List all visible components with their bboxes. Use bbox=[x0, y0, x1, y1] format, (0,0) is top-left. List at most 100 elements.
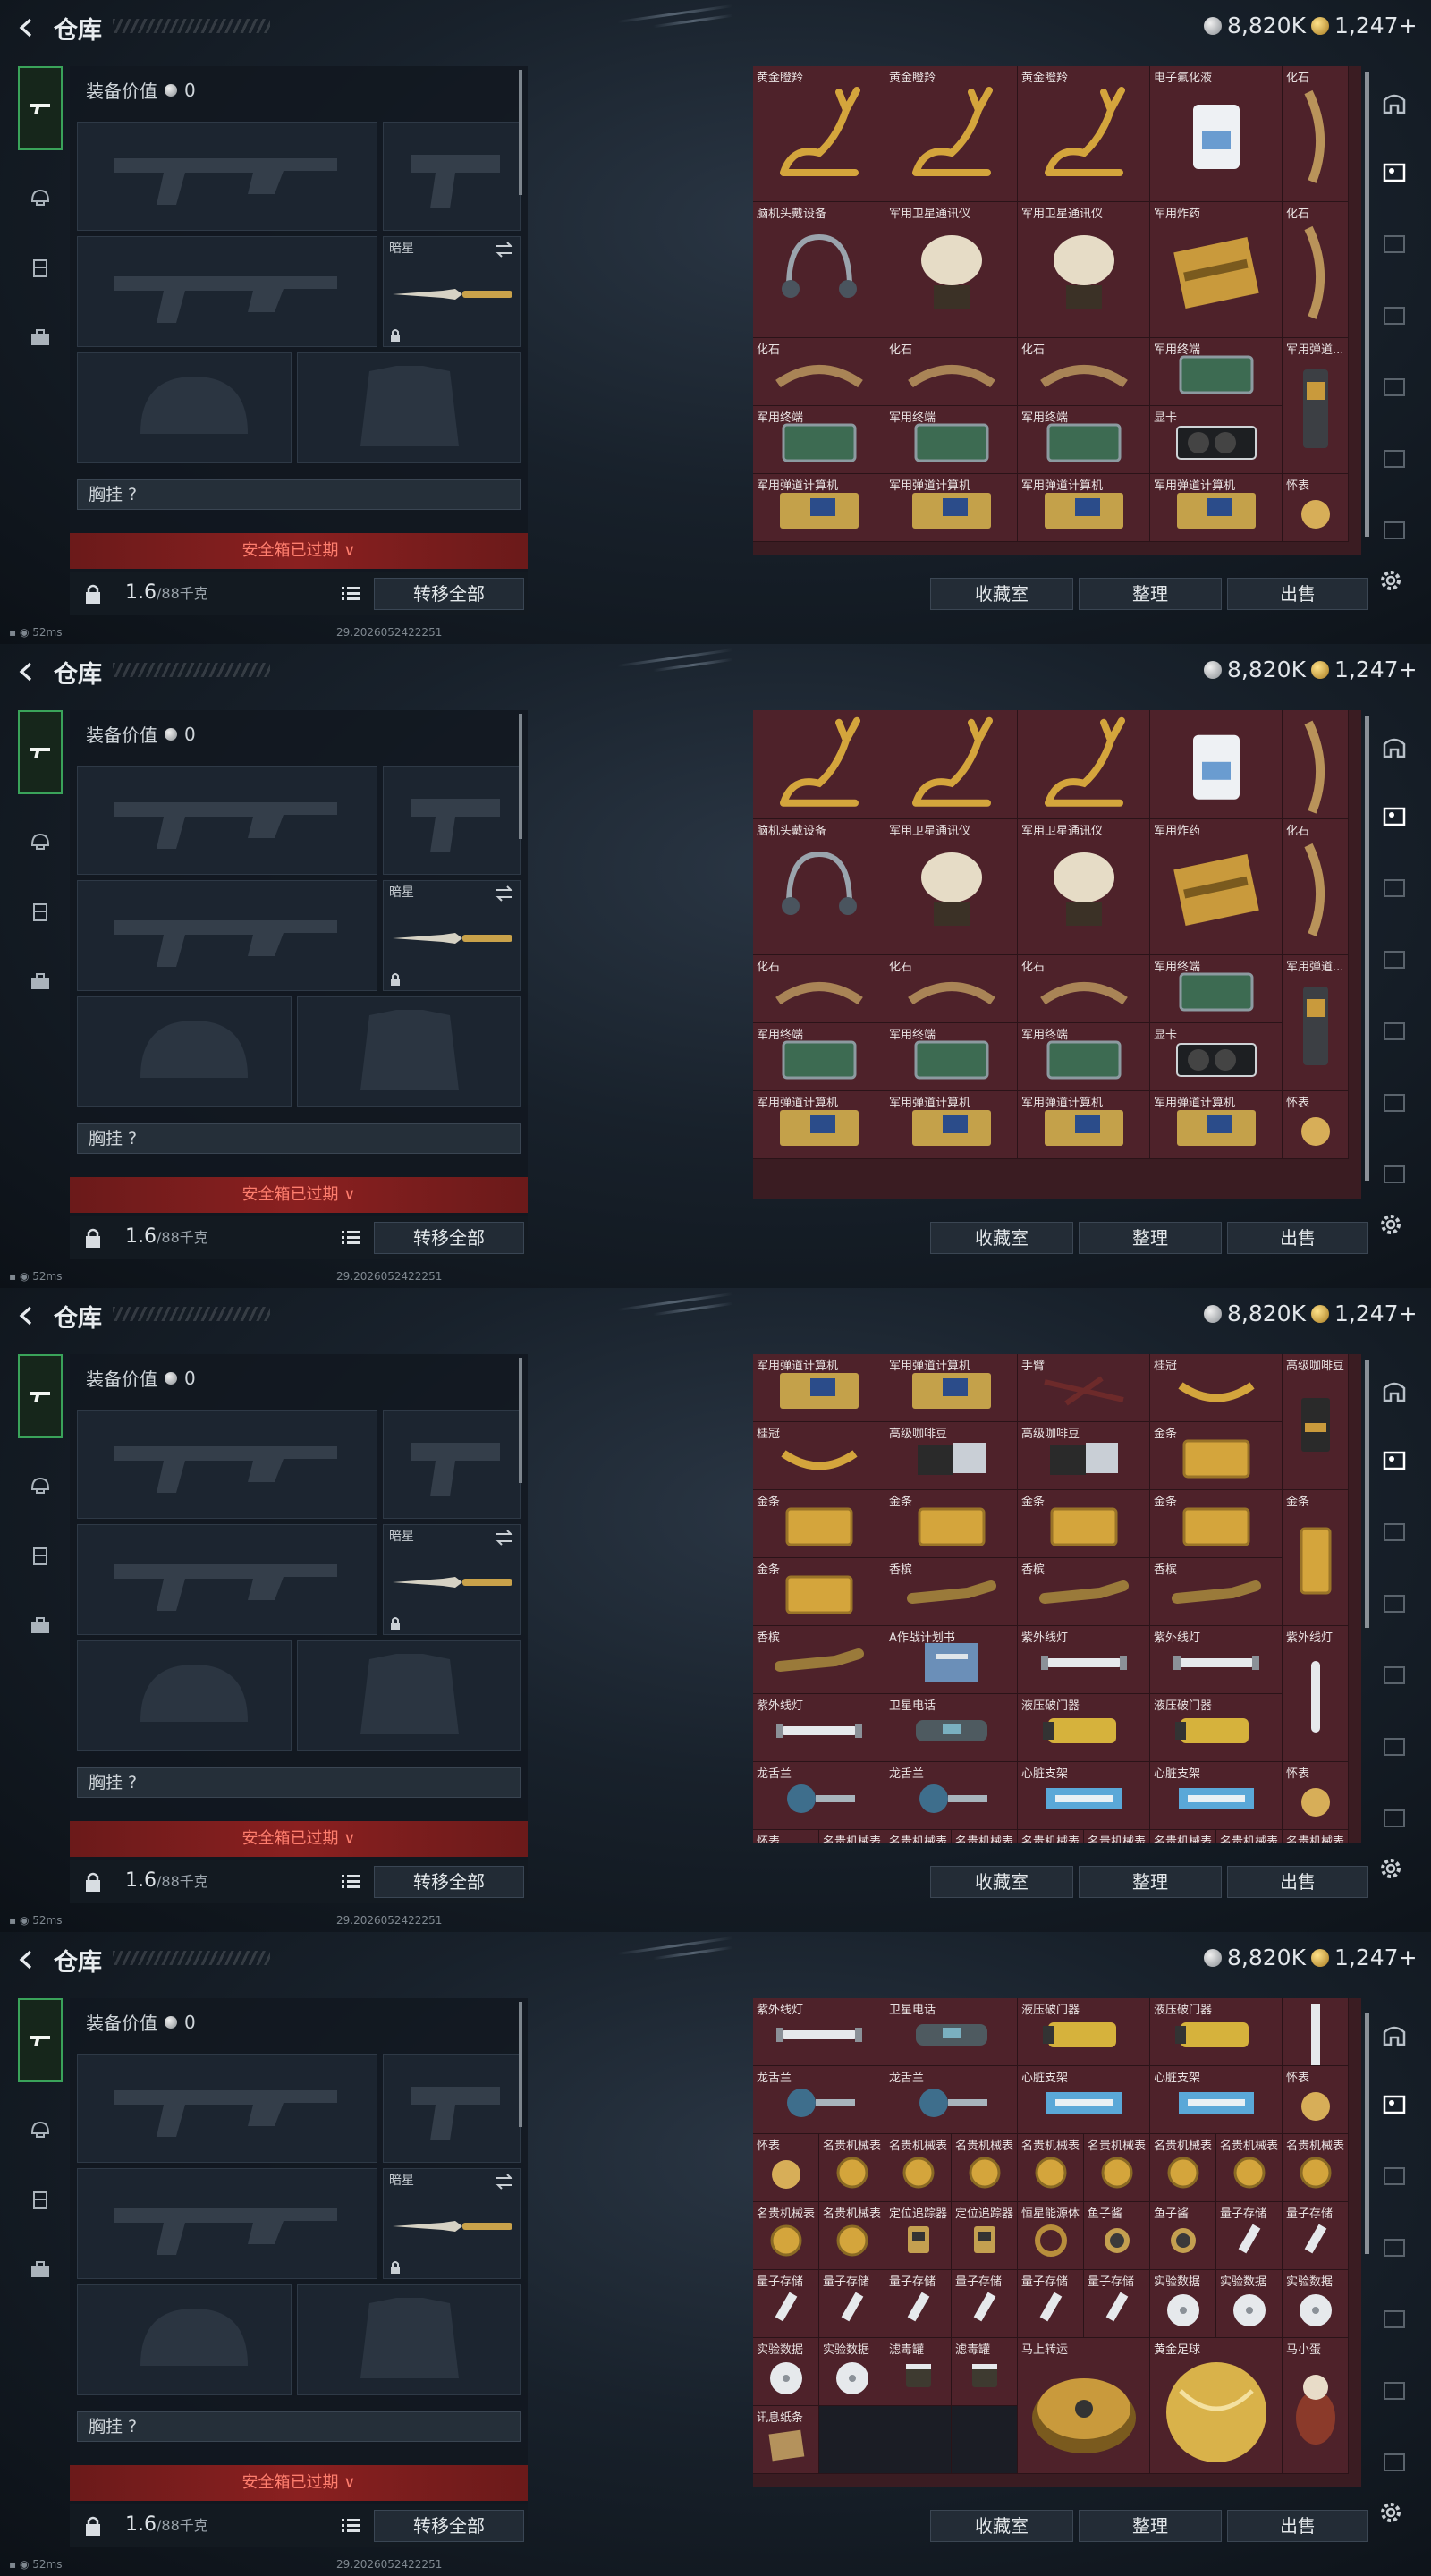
helmet-slot[interactable] bbox=[77, 996, 292, 1107]
stash-item[interactable]: 军用终端 bbox=[885, 406, 1018, 474]
stash-item[interactable]: 量子存储 bbox=[1084, 2270, 1150, 2338]
stash-item[interactable]: 龙舌兰 bbox=[753, 1762, 885, 1830]
primary-weapon-slot[interactable] bbox=[77, 122, 377, 231]
home-icon[interactable] bbox=[1381, 1377, 1408, 1404]
armor-slot[interactable] bbox=[297, 2284, 521, 2395]
stash-item[interactable]: 军用弹道计算机 bbox=[1018, 474, 1150, 542]
stash-item[interactable]: 金条 bbox=[753, 1558, 885, 1626]
stash-item[interactable]: 桂冠 bbox=[1150, 1354, 1283, 1422]
stash-item[interactable]: 马上转运 bbox=[1018, 2338, 1150, 2474]
stash-item[interactable]: 心脏支架 bbox=[1150, 1762, 1283, 1830]
back-arrow-icon[interactable] bbox=[14, 1302, 41, 1329]
secondary-weapon-slot[interactable] bbox=[77, 236, 377, 347]
stash-item[interactable] bbox=[1283, 710, 1349, 819]
stash-item[interactable]: 电子氟化液 bbox=[1150, 66, 1283, 202]
helmet-slot[interactable] bbox=[77, 1640, 292, 1751]
stash-item[interactable]: 军用弹道计算机 bbox=[753, 474, 885, 542]
gallery-icon[interactable] bbox=[1381, 1089, 1408, 1116]
gallery-icon[interactable] bbox=[1381, 1805, 1408, 1832]
transfer-all-button[interactable]: 转移全部 bbox=[374, 1222, 524, 1254]
organize-button[interactable]: 整理 bbox=[1079, 578, 1222, 610]
stash-item[interactable]: 名贵机械表 bbox=[1283, 1830, 1349, 1843]
gallery-icon[interactable] bbox=[1381, 2234, 1408, 2261]
collection-room-button[interactable]: 收藏室 bbox=[930, 578, 1073, 610]
stash-item[interactable]: 定位追踪器 bbox=[952, 2202, 1018, 2270]
pistol-slot[interactable] bbox=[383, 2054, 521, 2163]
stash-item[interactable]: 滤毒罐 bbox=[952, 2338, 1018, 2406]
empty-stash-cell[interactable] bbox=[952, 2406, 1018, 2474]
tab-backpack[interactable] bbox=[18, 2227, 63, 2313]
gallery-icon[interactable] bbox=[1381, 445, 1408, 472]
stash-item[interactable]: 马小蛋 bbox=[1283, 2338, 1349, 2474]
stash-item[interactable]: 金条 bbox=[1283, 1490, 1349, 1626]
stash-item[interactable]: 紫外线灯 bbox=[753, 1694, 885, 1762]
gear-icon[interactable] bbox=[1377, 567, 1404, 594]
stash-item[interactable]: 实验数据 bbox=[753, 2338, 819, 2406]
stash-item[interactable]: 军用终端 bbox=[753, 1022, 885, 1091]
stash-item[interactable]: 卫星电话 bbox=[885, 1694, 1018, 1762]
stash-item[interactable]: 卫星电话 bbox=[885, 1998, 1018, 2066]
stash-item[interactable]: 军用终端 bbox=[1150, 954, 1283, 1023]
stash-item[interactable]: 实验数据 bbox=[1216, 2270, 1283, 2338]
list-icon[interactable] bbox=[340, 1871, 361, 1893]
stash-item[interactable]: 军用终端 bbox=[1018, 406, 1150, 474]
stash-item[interactable]: 液压破门器 bbox=[1150, 1694, 1283, 1762]
stash-item[interactable]: 名贵机械表 bbox=[819, 1830, 885, 1843]
stash-item[interactable]: 量子存储 bbox=[753, 2270, 819, 2338]
chest-rig-bar[interactable]: 胸挂 ? bbox=[77, 479, 521, 510]
chest-rig-bar[interactable]: 胸挂 ? bbox=[77, 1767, 521, 1798]
primary-weapon-slot[interactable] bbox=[77, 2054, 377, 2163]
stash-item[interactable]: 怀表 bbox=[753, 2134, 819, 2202]
organize-button[interactable]: 整理 bbox=[1079, 1222, 1222, 1254]
stash-item[interactable]: 实验数据 bbox=[1283, 2270, 1349, 2338]
stash-item[interactable]: 军用卫星通讯仪 bbox=[1018, 818, 1150, 955]
stash-item[interactable]: 实验数据 bbox=[1150, 2270, 1216, 2338]
chest-rig-bar[interactable]: 胸挂 ? bbox=[77, 1123, 521, 1154]
stash-item[interactable]: 定位追踪器 bbox=[885, 2202, 952, 2270]
stash-item[interactable]: 量子存储 bbox=[952, 2270, 1018, 2338]
stash-item[interactable]: 怀表 bbox=[1283, 474, 1349, 542]
stash-item[interactable]: 化石 bbox=[885, 338, 1018, 406]
stash-item[interactable]: 名贵机械表 bbox=[1018, 1830, 1084, 1843]
gallery-icon[interactable] bbox=[1381, 875, 1408, 902]
safe-box-expired-bar[interactable]: 安全箱已过期 ∨ bbox=[70, 2465, 528, 2501]
stash-item[interactable]: 金条 bbox=[753, 1490, 885, 1558]
stash-item[interactable]: 显卡 bbox=[1150, 406, 1283, 474]
swap-icon[interactable] bbox=[495, 2173, 514, 2190]
stash-item[interactable]: 紫外线灯 bbox=[1150, 1626, 1283, 1694]
stash-item[interactable]: 香槟 bbox=[1150, 1558, 1283, 1626]
stash-item[interactable]: 紫外线灯 bbox=[1283, 1626, 1349, 1762]
gallery-icon[interactable] bbox=[1381, 2306, 1408, 2333]
sell-button[interactable]: 出售 bbox=[1227, 1866, 1368, 1898]
back-arrow-icon[interactable] bbox=[14, 1946, 41, 1973]
gallery-icon[interactable] bbox=[1381, 1161, 1408, 1188]
gallery-icon[interactable] bbox=[1381, 517, 1408, 544]
stash-item[interactable] bbox=[1018, 710, 1150, 819]
stash-item[interactable]: 鱼子酱 bbox=[1150, 2202, 1216, 2270]
back-arrow-icon[interactable] bbox=[14, 658, 41, 685]
gear-icon[interactable] bbox=[1377, 1211, 1404, 1238]
stash-item[interactable]: 滤毒罐 bbox=[885, 2338, 952, 2406]
stash-item[interactable]: 军用弹道计算机 bbox=[885, 1354, 1018, 1422]
stash-item[interactable]: 名贵机械表 bbox=[819, 2202, 885, 2270]
stash-item[interactable]: 化石 bbox=[1018, 338, 1150, 406]
melee-slot[interactable]: 暗星 bbox=[383, 236, 521, 347]
gallery-icon[interactable] bbox=[1381, 1018, 1408, 1045]
stash-item[interactable]: 名贵机械表 bbox=[885, 2134, 952, 2202]
home-icon[interactable] bbox=[1381, 89, 1408, 116]
stash-item[interactable]: 黄金足球 bbox=[1150, 2338, 1283, 2474]
sell-button[interactable]: 出售 bbox=[1227, 2510, 1368, 2542]
stash-item[interactable]: 显卡 bbox=[1150, 1022, 1283, 1091]
stash-item[interactable]: 化石 bbox=[1283, 202, 1349, 338]
safe-box-expired-bar[interactable]: 安全箱已过期 ∨ bbox=[70, 1177, 528, 1213]
stash-item[interactable]: 金条 bbox=[1150, 1422, 1283, 1490]
tab-backpack[interactable] bbox=[18, 939, 63, 1025]
stash-item[interactable]: 脑机头戴设备 bbox=[753, 818, 885, 955]
gallery-icon[interactable] bbox=[1381, 1519, 1408, 1546]
stash-item[interactable]: 军用弹道计算机 bbox=[1150, 474, 1283, 542]
gear-icon[interactable] bbox=[1377, 1855, 1404, 1882]
gallery-icon[interactable] bbox=[1381, 159, 1408, 186]
secondary-weapon-slot[interactable] bbox=[77, 1524, 377, 1635]
stash-item[interactable]: 心脏支架 bbox=[1018, 1762, 1150, 1830]
stash-item[interactable]: 金条 bbox=[1018, 1490, 1150, 1558]
